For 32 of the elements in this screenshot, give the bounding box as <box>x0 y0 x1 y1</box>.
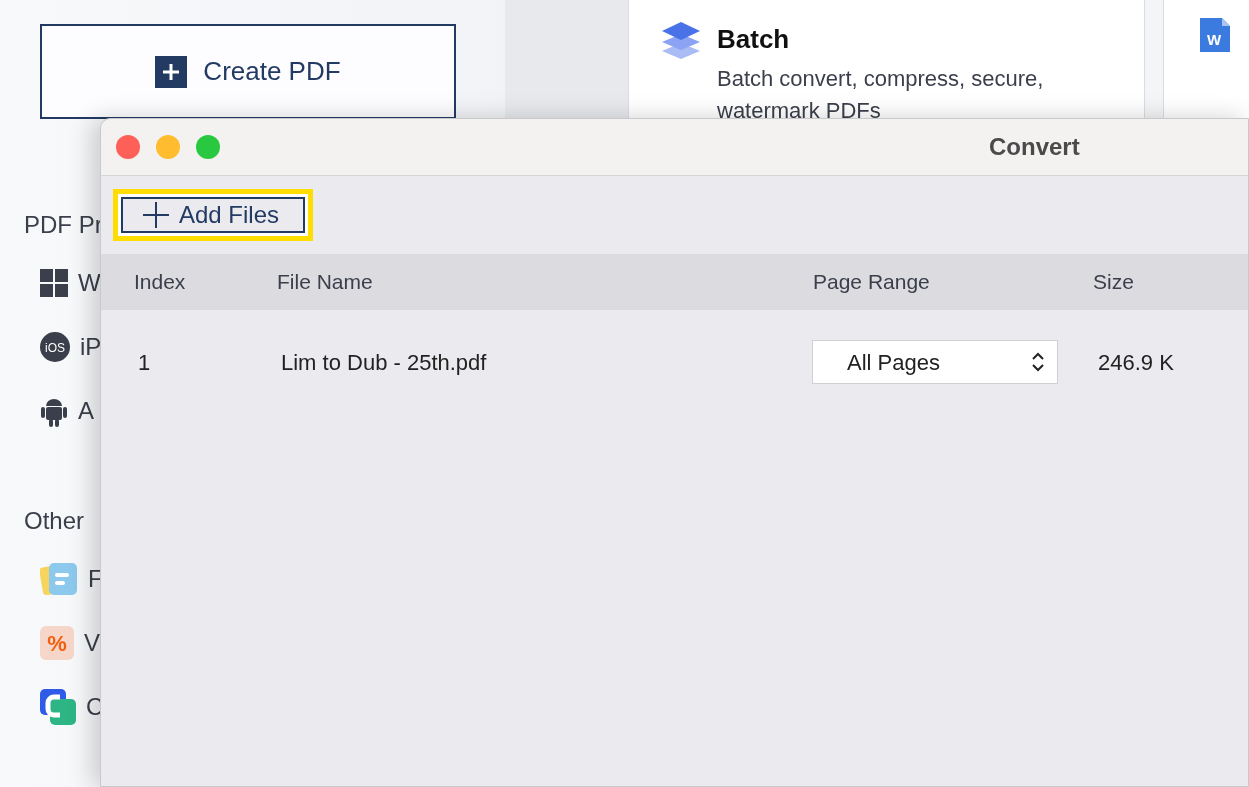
card-description: Batch convert, compress, secure, watermark PDFs <box>717 65 1045 125</box>
sidebar-item[interactable]: iP <box>80 329 102 365</box>
windows-icon <box>40 269 68 297</box>
chevron-updown-icon <box>1031 351 1045 373</box>
column-header: Index <box>134 269 187 296</box>
word-document-icon: W <box>1200 18 1230 52</box>
minimize-button[interactable] <box>156 135 180 159</box>
column-header: Size <box>1093 269 1135 296</box>
layers-icon <box>661 20 701 59</box>
plus-icon <box>143 202 169 228</box>
percent-icon: % <box>40 626 74 660</box>
ios-icon: iOS <box>40 332 70 362</box>
table-cell-text: Lim to Dub - 25th.pdf <box>280 348 488 377</box>
column-header: File Name <box>277 269 374 296</box>
page-range-dropdown[interactable]: All Pages <box>812 340 1058 384</box>
notes-icon <box>40 562 78 596</box>
card-title: Batch <box>717 23 790 56</box>
sidebar-item[interactable]: W <box>78 265 101 301</box>
sidebar-item[interactable]: V <box>84 625 100 661</box>
logo-icon <box>40 689 76 725</box>
close-button[interactable] <box>116 135 140 159</box>
plus-icon <box>155 55 188 88</box>
section-heading: Other <box>24 506 85 536</box>
create-pdf-button[interactable]: Create PDF <box>40 24 456 119</box>
section-heading: PDF Pr <box>24 210 103 240</box>
sidebar-item[interactable]: A <box>78 393 94 429</box>
column-header: Page Range <box>813 269 931 296</box>
table-cell-text: 1 <box>137 348 152 377</box>
zoom-button[interactable] <box>196 135 220 159</box>
window-title: Convert <box>989 132 1080 162</box>
table-cell-text: 246.9 K <box>1097 348 1175 377</box>
add-files-button[interactable]: Add Files <box>121 197 306 233</box>
